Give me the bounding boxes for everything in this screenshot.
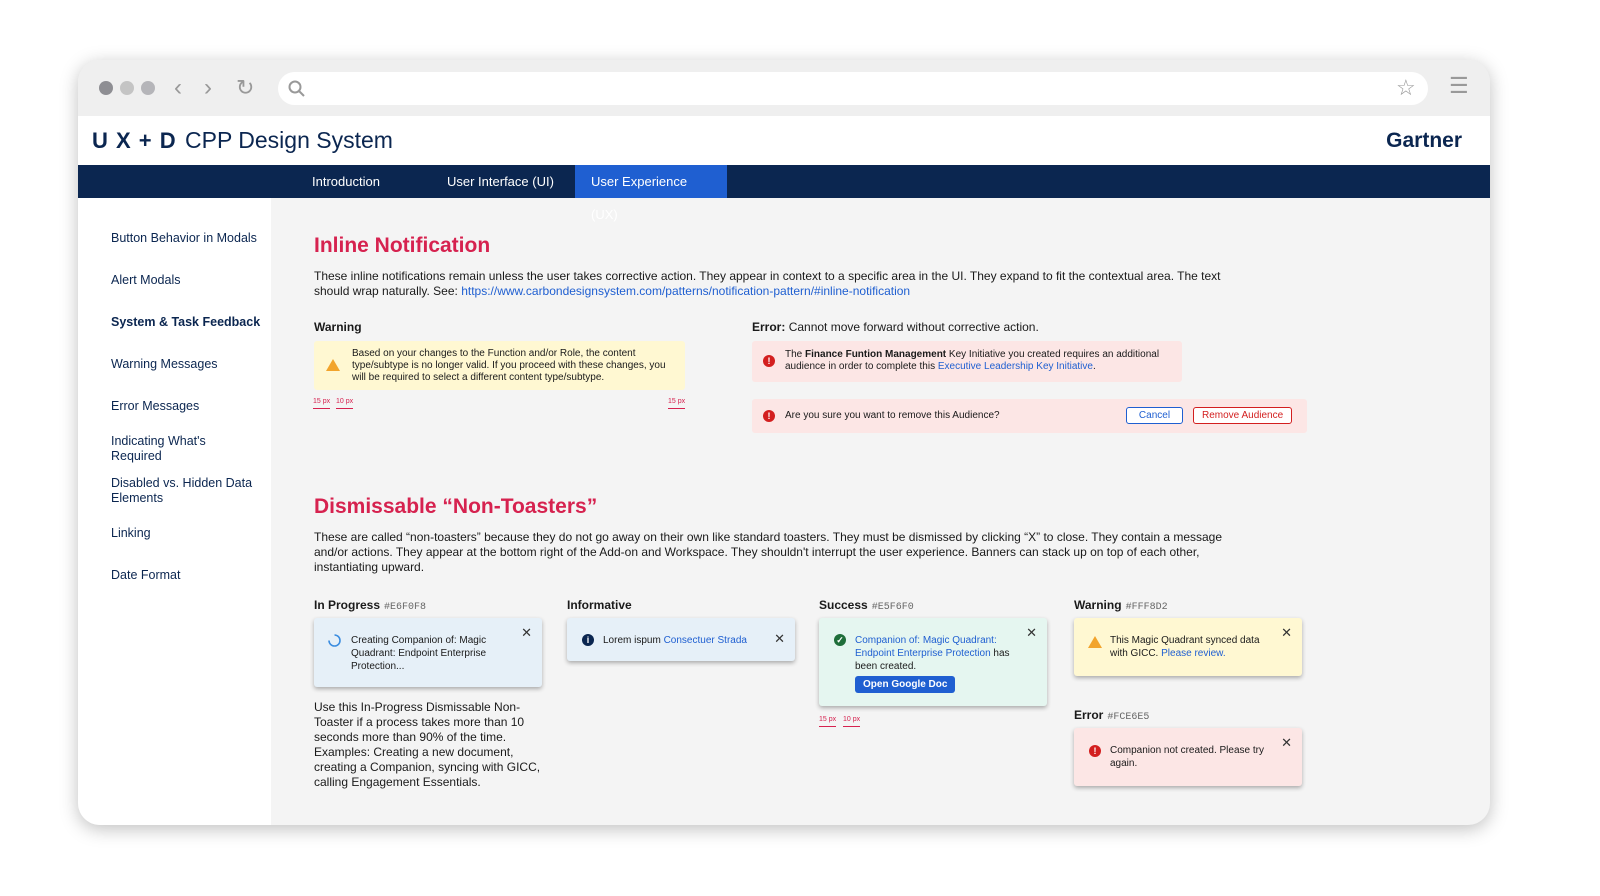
main-nav: Introduction User Interface (UI) User Ex…	[78, 165, 1490, 222]
hex-code: #FCE6E5	[1107, 712, 1150, 723]
error-toaster: ! Companion not created. Please try agai…	[1074, 728, 1302, 786]
warning-toaster: This Magic Quadrant synced data with GIC…	[1074, 618, 1302, 676]
informative-label: Informative	[567, 598, 632, 612]
success-text: Companion of: Magic Quadrant: Endpoint E…	[855, 634, 1025, 673]
informative-toaster: i Lorem ispum Consectuer Strada ✕	[567, 618, 795, 661]
error-toaster-text: Companion not created. Please try again.	[1110, 745, 1264, 769]
back-icon[interactable]: ‹	[174, 74, 182, 102]
main-content: Inline Notification These inline notific…	[271, 198, 1490, 825]
close-dot[interactable]	[99, 81, 113, 95]
inline-description: These inline notifications remain unless…	[314, 269, 1234, 299]
progress-text: Creating Companion of: Magic Quadrant: E…	[351, 635, 487, 672]
warning-text: Based on your changes to the Function an…	[352, 348, 666, 383]
star-icon[interactable]: ☆	[1396, 75, 1416, 101]
in-progress-toaster: Creating Companion of: Magic Quadrant: E…	[314, 618, 542, 687]
success-label: Success #E5F6F0	[819, 598, 914, 613]
close-icon[interactable]: ✕	[1281, 626, 1292, 639]
sidebar-item-warning-messages[interactable]: Warning Messages	[111, 357, 261, 372]
warning-icon	[1088, 636, 1102, 648]
tab-user-experience[interactable]: User Experience (UX)	[575, 165, 727, 222]
reload-icon[interactable]: ↻	[236, 75, 254, 101]
inline-error: ! The Finance Funtion Management Key Ini…	[752, 341, 1182, 382]
non-toasters-title: Dismissable “Non-Toasters”	[314, 495, 598, 518]
t: Warning	[1074, 598, 1122, 612]
error-label-bold: Error:	[752, 320, 786, 334]
hex-code: #E5F6F0	[871, 602, 914, 613]
close-icon[interactable]: ✕	[774, 632, 785, 645]
inline-notification-title: Inline Notification	[314, 234, 491, 257]
t: Lorem ispum	[603, 635, 664, 646]
t: The	[785, 349, 806, 360]
maximize-dot[interactable]	[141, 81, 155, 95]
app-header: U X + D CPP Design System Gartner	[78, 116, 1490, 165]
success-toaster: ✓ Companion of: Magic Quadrant: Endpoint…	[819, 618, 1047, 706]
sidebar-item-indicating-required[interactable]: Indicating What's Required	[111, 434, 231, 464]
menu-icon[interactable]: ☰	[1449, 73, 1469, 99]
browser-toolbar: ‹ › ↻ ☆ ☰	[78, 60, 1490, 116]
in-progress-label: In Progress #E6F0F8	[314, 598, 426, 613]
check-circle-icon: ✓	[834, 634, 846, 646]
sidebar-item-date-format[interactable]: Date Format	[111, 568, 261, 583]
warning-toaster-label: Warning #FFF8D2	[1074, 598, 1168, 613]
warning-label: Warning	[314, 320, 362, 334]
sidebar-item-disabled-hidden[interactable]: Disabled vs. Hidden Data Elements	[111, 476, 261, 506]
sidebar: Button Behavior in Modals Alert Modals S…	[78, 198, 271, 825]
error-icon: !	[763, 410, 775, 422]
app-title: CPP Design System	[185, 127, 393, 153]
t: Success	[819, 598, 868, 612]
spacing-measure: 10 px	[336, 398, 354, 409]
companion-link[interactable]: Companion of: Magic Quadrant: Endpoint E…	[855, 635, 997, 659]
warning-toaster-text: This Magic Quadrant synced data with GIC…	[1110, 634, 1280, 660]
error-icon: !	[763, 355, 775, 367]
tab-introduction[interactable]: Introduction	[296, 165, 396, 198]
gartner-logo: Gartner	[1386, 129, 1462, 152]
t: .	[1092, 361, 1096, 372]
close-icon[interactable]: ✕	[521, 626, 532, 639]
minimize-dot[interactable]	[120, 81, 134, 95]
sidebar-item-linking[interactable]: Linking	[111, 526, 261, 541]
hex-code: #FFF8D2	[1125, 602, 1168, 613]
sidebar-item-error-messages[interactable]: Error Messages	[111, 399, 261, 414]
spacing-measure: 10 px	[843, 716, 861, 727]
error-text: The Finance Funtion Management Key Initi…	[785, 349, 1170, 373]
spinner-icon	[328, 634, 341, 647]
warning-icon	[326, 359, 340, 371]
forward-icon[interactable]: ›	[204, 74, 212, 102]
t: Error	[1074, 708, 1104, 722]
non-toasters-description: These are called “non-toasters” because …	[314, 530, 1223, 574]
uxd-logo: U X + D	[92, 128, 177, 153]
error-label-text: Cannot move forward without corrective a…	[788, 320, 1039, 334]
t: Finance Funtion Management	[805, 349, 947, 360]
info-icon: i	[582, 634, 594, 646]
remove-audience-button[interactable]: Remove Audience	[1193, 407, 1293, 424]
error-label: Error: Cannot move forward without corre…	[752, 320, 1039, 334]
inline-error-confirm: ! Are you sure you want to remove this A…	[752, 399, 1307, 433]
sidebar-item-alert-modals[interactable]: Alert Modals	[111, 273, 261, 288]
error-toaster-label: Error #FCE6E5	[1074, 708, 1149, 723]
confirm-text: Are you sure you want to remove this Aud…	[785, 410, 1000, 421]
consectuer-link[interactable]: Consectuer Strada	[664, 635, 747, 646]
in-progress-note: Use this In-Progress Dismissable Non-Toa…	[314, 700, 541, 789]
close-icon[interactable]: ✕	[1281, 736, 1292, 749]
spacing-measure: 15 px	[819, 716, 837, 727]
error-icon: !	[1089, 745, 1101, 757]
cancel-button[interactable]: Cancel	[1126, 407, 1183, 424]
close-icon[interactable]: ✕	[1026, 626, 1037, 639]
carbon-link[interactable]: https://www.carbondesignsystem.com/patte…	[461, 284, 910, 298]
spacing-measure: 15 px	[313, 398, 331, 409]
search-icon	[288, 80, 305, 97]
address-bar[interactable]	[278, 72, 1428, 105]
info-text: Lorem ispum Consectuer Strada	[603, 634, 747, 647]
tab-user-interface[interactable]: User Interface (UI)	[431, 165, 570, 198]
executive-leadership-link[interactable]: Executive Leadership Key Initiative	[938, 361, 1093, 372]
sidebar-item-system-task-feedback[interactable]: System & Task Feedback	[111, 315, 261, 330]
please-review-link[interactable]: Please review.	[1161, 648, 1225, 659]
open-google-doc-button[interactable]: Open Google Doc	[855, 676, 956, 693]
spacing-measure: 15 px	[668, 398, 686, 409]
browser-window: ‹ › ↻ ☆ ☰ U X + D CPP Design System Gart…	[78, 60, 1490, 825]
hex-code: #E6F0F8	[384, 602, 427, 613]
t: In Progress	[314, 598, 381, 612]
sidebar-item-button-behavior[interactable]: Button Behavior in Modals	[111, 231, 261, 246]
inline-warning: Based on your changes to the Function an…	[314, 341, 685, 390]
